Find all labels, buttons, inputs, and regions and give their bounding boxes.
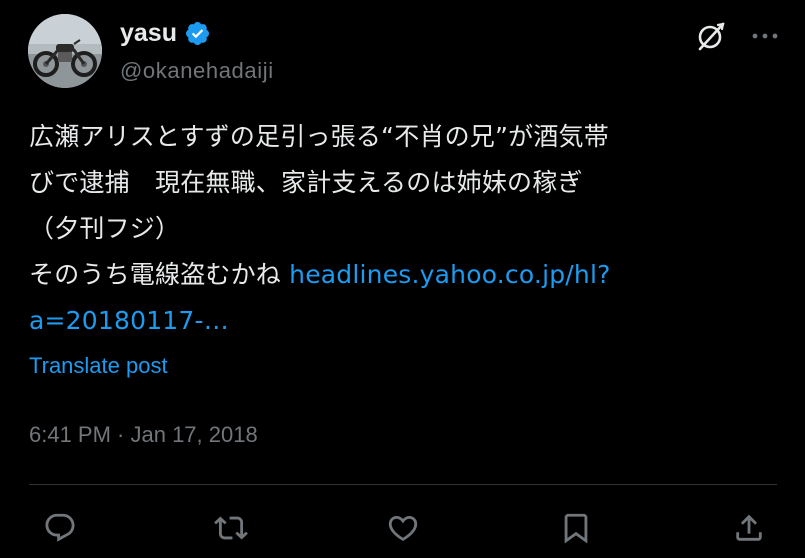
- translate-post-link[interactable]: Translate post: [29, 350, 168, 382]
- post-text: 広瀬アリスとすずの足引っ張る“不肖の兄”が酒気帯 びで逮捕 現在無職、家計支える…: [29, 114, 779, 344]
- reply-icon: [45, 513, 75, 542]
- bookmark-button[interactable]: [556, 508, 596, 548]
- avatar[interactable]: [28, 14, 102, 88]
- repost-icon: [214, 516, 248, 540]
- post-text-line: びで逮捕 現在無職、家計支えるのは姉妹の稼ぎ: [29, 168, 583, 197]
- grok-icon[interactable]: [694, 19, 728, 53]
- verified-badge-icon[interactable]: [184, 20, 211, 47]
- post-timestamp[interactable]: 6:41 PM · Jan 17, 2018: [29, 418, 258, 452]
- bookmark-icon: [564, 513, 588, 544]
- post-text-line: 広瀬アリスとすずの足引っ張る“不肖の兄”が酒気帯: [29, 122, 609, 151]
- like-icon: [388, 515, 418, 541]
- post-text-line-with-link: そのうち電線盗むかね headlines.yahoo.co.jp/hl?: [29, 252, 779, 298]
- reply-button[interactable]: [40, 508, 80, 548]
- repost-button[interactable]: [211, 508, 251, 548]
- author-name-row[interactable]: yasu: [120, 16, 211, 50]
- share-button[interactable]: [729, 508, 769, 548]
- more-icon[interactable]: [748, 19, 782, 53]
- like-button[interactable]: [383, 508, 423, 548]
- post-text-line: （夕刊フジ）: [29, 214, 181, 243]
- handle[interactable]: @okanehadaiji: [120, 54, 274, 88]
- divider: [29, 484, 777, 485]
- post-link-continued[interactable]: a=20180117-…: [29, 298, 779, 344]
- avatar-motorcycle-image: [28, 14, 102, 88]
- display-name[interactable]: yasu: [120, 16, 177, 50]
- post-text-last-line: そのうち電線盗むかね: [29, 260, 290, 289]
- share-icon: [736, 514, 762, 541]
- post-link[interactable]: headlines.yahoo.co.jp/hl?: [289, 260, 610, 289]
